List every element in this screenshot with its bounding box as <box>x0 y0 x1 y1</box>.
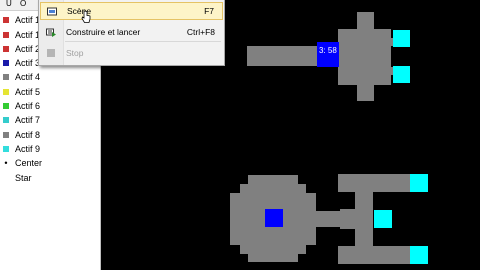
ship2-neck <box>315 211 343 227</box>
list-item[interactable]: Actif 8 <box>3 129 40 142</box>
ship2-bottom-nacelle <box>338 246 411 264</box>
ship-hull <box>338 29 391 85</box>
list-item-label: Actif 3 <box>15 58 41 68</box>
color-swatch-icon <box>3 117 9 123</box>
list-item-label: Actif 8 <box>15 130 41 140</box>
menu-item-shortcut: Ctrl+F8 <box>186 27 215 37</box>
color-swatch-icon <box>3 89 9 95</box>
engine-block <box>393 66 410 83</box>
list-item-label: Star <box>15 173 32 183</box>
list-item[interactable]: Actif 1 <box>3 29 40 42</box>
list-item-label: Actif 9 <box>15 144 41 154</box>
list-item-label: Actif 5 <box>15 87 41 97</box>
build-run-icon <box>46 28 56 37</box>
color-swatch-icon <box>3 60 9 66</box>
bullet-icon: • <box>4 158 8 168</box>
list-item[interactable]: Actif 7 <box>3 114 40 127</box>
run-menu-dropdown: Scène F7 Construire et lancer Ctrl+F8 St… <box>38 0 225 66</box>
menu-item-shortcut: F7 <box>204 6 214 16</box>
color-swatch-icon <box>3 46 9 52</box>
toolbar-o-button[interactable]: O <box>20 0 26 8</box>
menu-item-build-and-run[interactable]: Construire et lancer Ctrl+F8 <box>40 23 223 41</box>
engine-block <box>393 30 410 47</box>
color-swatch-icon <box>3 32 9 38</box>
menu-item-label: Construire et lancer <box>66 27 141 37</box>
list-item-label: Actif 1 <box>15 15 41 25</box>
list-item[interactable]: Actif 3 <box>3 57 40 70</box>
list-item-label: Center <box>15 158 43 168</box>
engine-block <box>374 210 392 228</box>
menu-item-scene[interactable]: Scène F7 <box>40 2 223 20</box>
block-coordinate-label: 3: 58 <box>319 46 337 55</box>
list-item[interactable]: Actif 4 <box>3 71 40 84</box>
stop-icon <box>47 49 55 57</box>
list-item[interactable]: Actif 1 <box>3 14 40 27</box>
scene-icon <box>47 7 57 16</box>
ship2-body <box>340 209 373 229</box>
engine-block <box>410 246 428 264</box>
list-item[interactable]: Star <box>3 172 32 185</box>
ship2-top-nacelle <box>338 174 411 192</box>
color-swatch-icon <box>3 74 9 80</box>
ship-bottom-mast <box>357 83 374 101</box>
ship-left-arm <box>247 46 317 66</box>
color-swatch-icon <box>3 132 9 138</box>
list-item[interactable]: • Center <box>3 157 42 170</box>
hand-cursor-icon <box>81 10 91 23</box>
color-swatch-icon <box>3 146 9 152</box>
list-item-label: Actif 7 <box>15 115 41 125</box>
toolbar-u-button[interactable]: U <box>6 0 12 8</box>
menu-item-stop[interactable]: Stop <box>40 44 223 62</box>
list-item-label: Actif 1 <box>15 30 41 40</box>
ship-top-mast <box>357 12 374 30</box>
list-item[interactable]: Actif 5 <box>3 86 40 99</box>
menu-item-label: Stop <box>66 48 84 58</box>
list-item-label: Actif 2 <box>15 44 41 54</box>
list-item-label: Actif 4 <box>15 72 41 82</box>
color-swatch-icon <box>3 103 9 109</box>
engine-block <box>410 174 428 192</box>
ship2-core-block <box>265 209 283 227</box>
list-item[interactable]: Actif 2 <box>3 43 40 56</box>
list-item[interactable]: Actif 6 <box>3 100 40 113</box>
color-swatch-icon <box>3 17 9 23</box>
list-item[interactable]: Actif 9 <box>3 143 40 156</box>
menu-separator <box>65 41 221 42</box>
list-item-label: Actif 6 <box>15 101 41 111</box>
